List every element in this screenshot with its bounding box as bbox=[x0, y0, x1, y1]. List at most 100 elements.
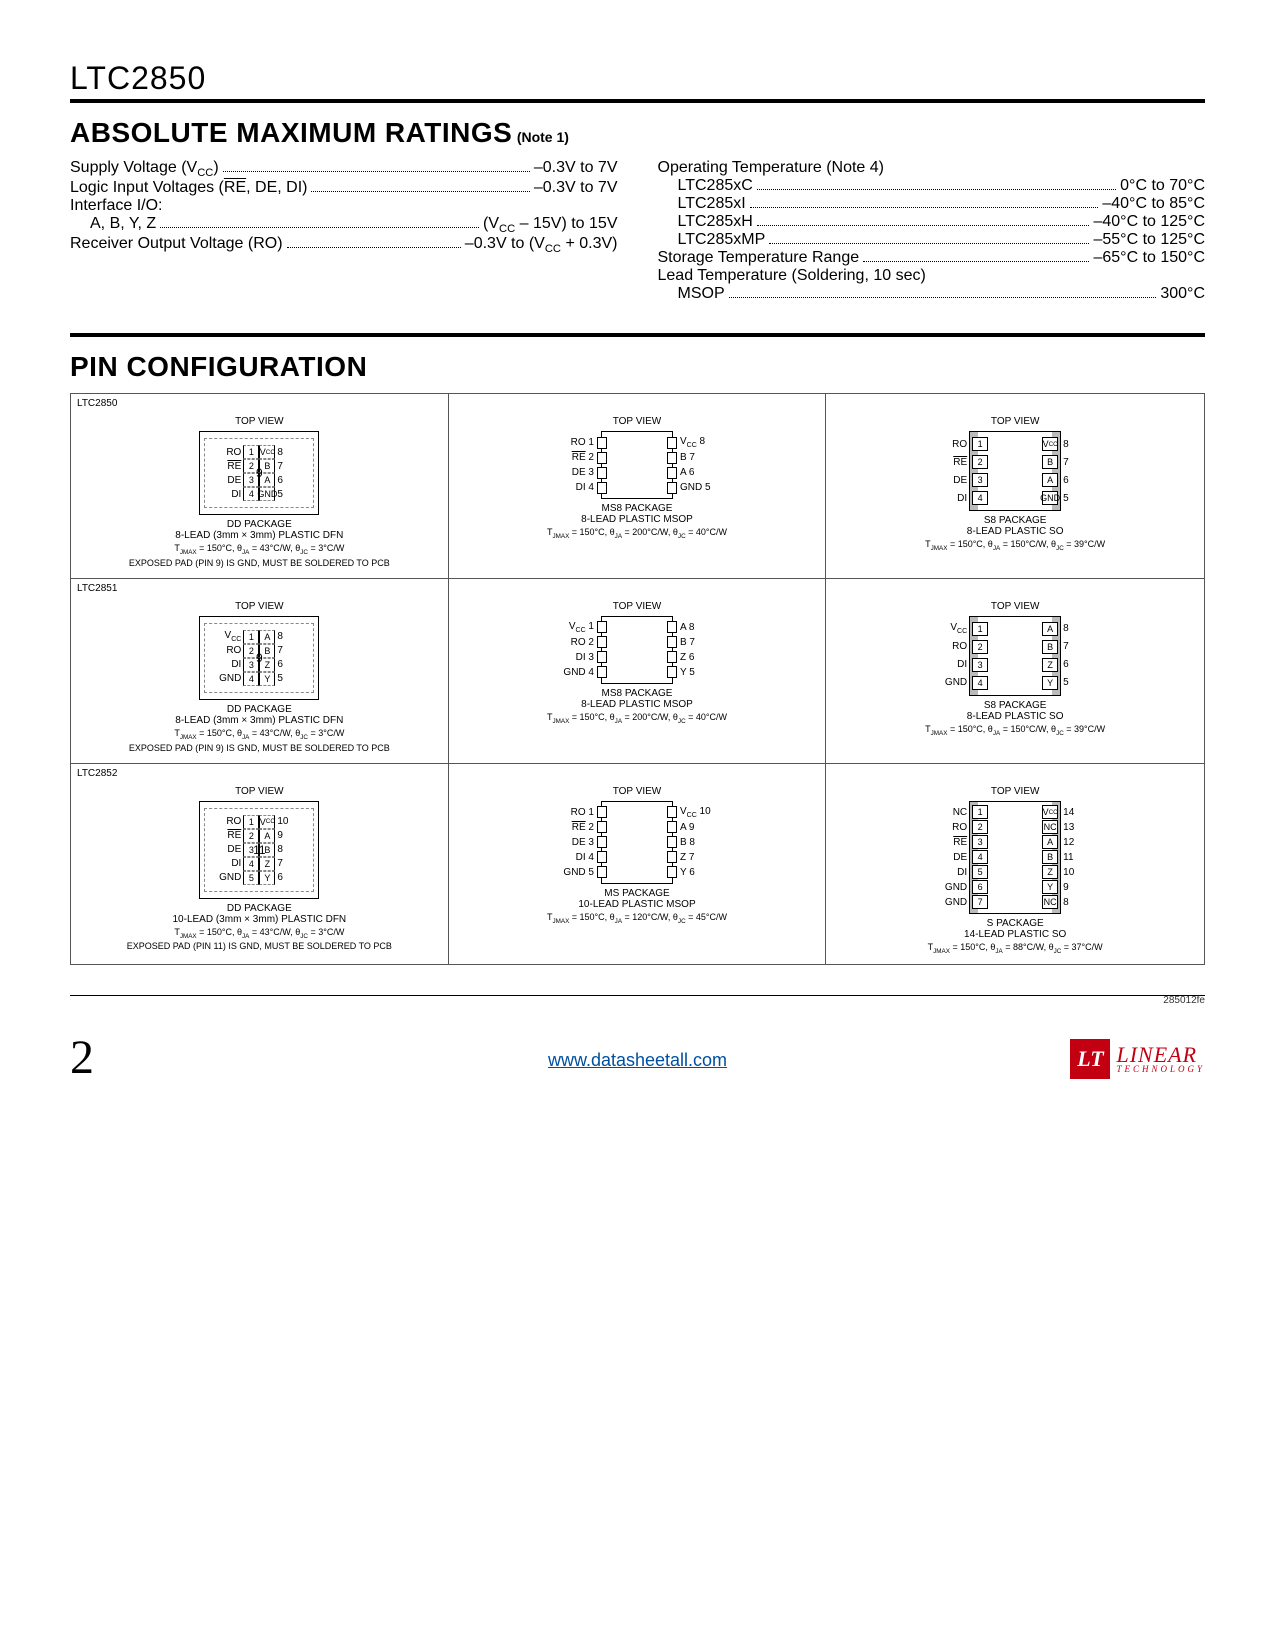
top-view-label: TOP VIEW bbox=[834, 786, 1196, 797]
pin-label: DE bbox=[211, 844, 243, 855]
so-package-icon: VCC 1 A 8 RO 2 B 7 DI 3 Z 6 GND 4 Y 5 bbox=[915, 616, 1115, 696]
exposed-pad-num: 11 bbox=[253, 843, 265, 857]
section-title: PIN CONFIGURATION bbox=[70, 351, 367, 383]
pin-box: VCC bbox=[1042, 805, 1058, 819]
pin-box: VCC bbox=[1042, 437, 1058, 451]
package-name: DD PACKAGE bbox=[79, 903, 440, 914]
pin-label: RE bbox=[211, 461, 243, 472]
pin-label: RO bbox=[933, 822, 970, 833]
pin-box: 4 bbox=[243, 672, 259, 686]
pin-pad-icon bbox=[597, 836, 607, 848]
pin-label: GND 5 bbox=[560, 867, 597, 878]
pin-pad-icon bbox=[667, 467, 677, 479]
pin-label: A 6 bbox=[677, 467, 714, 478]
pin-label: GND bbox=[211, 872, 243, 883]
rating-value: –65°C to 150°C bbox=[1093, 249, 1205, 267]
dfn-package-icon: 11 RO 1 VCC 10 RE 2 A 9 DE 3 B 8 DI 4 Z … bbox=[169, 801, 349, 899]
leader-dots bbox=[729, 297, 1157, 298]
package-name: MS8 PACKAGE bbox=[457, 503, 818, 514]
leader-dots bbox=[757, 189, 1116, 190]
pin-label: 6 bbox=[1060, 475, 1097, 486]
top-view-label: TOP VIEW bbox=[457, 786, 818, 797]
package-desc: 8-LEAD PLASTIC SO bbox=[834, 526, 1196, 537]
pin-label: 12 bbox=[1060, 837, 1097, 848]
pin-box: 6 bbox=[972, 880, 988, 894]
pin-label: 8 bbox=[275, 631, 307, 642]
divider bbox=[70, 333, 1205, 337]
top-view-label: TOP VIEW bbox=[79, 786, 440, 797]
rating-value: –0.3V to 7V bbox=[534, 179, 618, 197]
pin-pad-icon bbox=[597, 636, 607, 648]
footer-link[interactable]: www.datasheetall.com bbox=[548, 1050, 727, 1071]
part-number: LTC2850 bbox=[70, 60, 1205, 97]
pin-label: VCC bbox=[933, 622, 970, 635]
top-view-label: TOP VIEW bbox=[457, 601, 818, 612]
pin-label: 8 bbox=[1060, 623, 1097, 634]
dfn-package-icon: 9 RO 1 VCC 8 RE 2 B 7 DE 3 A 6 DI 4 GND … bbox=[169, 431, 349, 515]
leader-dots bbox=[287, 247, 461, 248]
pin-label: RO bbox=[933, 439, 970, 450]
pin-label: A 9 bbox=[677, 822, 714, 833]
package-desc: 8-LEAD PLASTIC SO bbox=[834, 711, 1196, 722]
pin-box: 2 bbox=[243, 829, 259, 843]
pin-label: 7 bbox=[275, 858, 307, 869]
pin-label: 5 bbox=[1060, 493, 1097, 504]
pin-label: GND bbox=[933, 677, 970, 688]
pin-pad-icon bbox=[597, 467, 607, 479]
pin-box: A bbox=[259, 829, 275, 843]
msop-package-icon: VCC 1 A 8 RO 2 B 7 DI 3 Z 6 GND 4 Y 5 bbox=[537, 616, 737, 684]
pin-box: 4 bbox=[972, 676, 988, 690]
pin-label: B 7 bbox=[677, 637, 714, 648]
package-cell: LTC2850TOP VIEW 9 RO 1 VCC 8 RE 2 B 7 DE… bbox=[71, 394, 449, 579]
exposed-pad-num: 9 bbox=[256, 466, 263, 480]
pin-label: 13 bbox=[1060, 822, 1097, 833]
rating-label: MSOP bbox=[678, 285, 725, 303]
pin-label: 6 bbox=[275, 872, 307, 883]
pin-box: VCC bbox=[259, 445, 275, 459]
rating-row: Supply Voltage (VCC)–0.3V to 7V bbox=[70, 159, 618, 179]
section-abs-max: ABSOLUTE MAXIMUM RATINGS (Note 1) bbox=[70, 117, 1205, 149]
footer-divider bbox=[70, 995, 1205, 996]
pin-box: 4 bbox=[972, 850, 988, 864]
pin-label: RE bbox=[211, 830, 243, 841]
leader-dots bbox=[311, 191, 529, 192]
section-title: ABSOLUTE MAXIMUM RATINGS bbox=[70, 117, 512, 149]
pin-pad-icon bbox=[667, 452, 677, 464]
pin-pad-icon bbox=[667, 666, 677, 678]
pin-pad-icon bbox=[667, 621, 677, 633]
pin-label: 10 bbox=[1060, 867, 1097, 878]
pin-pad-icon bbox=[667, 482, 677, 494]
pin-label: DI bbox=[211, 489, 243, 500]
pin-label: 6 bbox=[275, 659, 307, 670]
pin-box: 1 bbox=[243, 630, 259, 644]
pin-box: 4 bbox=[972, 491, 988, 505]
pin-label: DI bbox=[933, 659, 970, 670]
thermal-info: TJMAX = 150°C, θJA = 200°C/W, θJC = 40°C… bbox=[457, 712, 818, 725]
pin-label: RE 2 bbox=[560, 452, 597, 463]
pin-label: 9 bbox=[1060, 882, 1097, 893]
pin-box: 1 bbox=[243, 815, 259, 829]
pin-label: RE bbox=[933, 837, 970, 848]
package-name: DD PACKAGE bbox=[79, 519, 440, 530]
pin-box: 2 bbox=[972, 640, 988, 654]
thermal-info: TJMAX = 150°C, θJA = 200°C/W, θJC = 40°C… bbox=[457, 527, 818, 540]
pin-label: 7 bbox=[1060, 641, 1097, 652]
package-cell: LTC2852TOP VIEW 11 RO 1 VCC 10 RE 2 A 9 … bbox=[71, 764, 449, 965]
pin-label: DI bbox=[211, 659, 243, 670]
pin-label: RO 1 bbox=[560, 807, 597, 818]
pin-box: A bbox=[1042, 622, 1058, 636]
pin-label: 14 bbox=[1060, 807, 1097, 818]
pin-label: A 8 bbox=[677, 622, 714, 633]
pin-box: 3 bbox=[972, 473, 988, 487]
pin-label: DI 4 bbox=[560, 852, 597, 863]
pin-pad-icon bbox=[667, 651, 677, 663]
pin-label: VCC 8 bbox=[677, 436, 714, 449]
pin-box: 1 bbox=[972, 437, 988, 451]
pin-box: Y bbox=[1042, 880, 1058, 894]
pin-label: RE 2 bbox=[560, 822, 597, 833]
divider bbox=[70, 99, 1205, 103]
pin-box: 2 bbox=[972, 455, 988, 469]
rating-label: LTC285xC bbox=[678, 177, 753, 195]
thermal-info: TJMAX = 150°C, θJA = 43°C/W, θJC = 3°C/W bbox=[79, 543, 440, 556]
chip-label: LTC2850 bbox=[77, 398, 117, 409]
